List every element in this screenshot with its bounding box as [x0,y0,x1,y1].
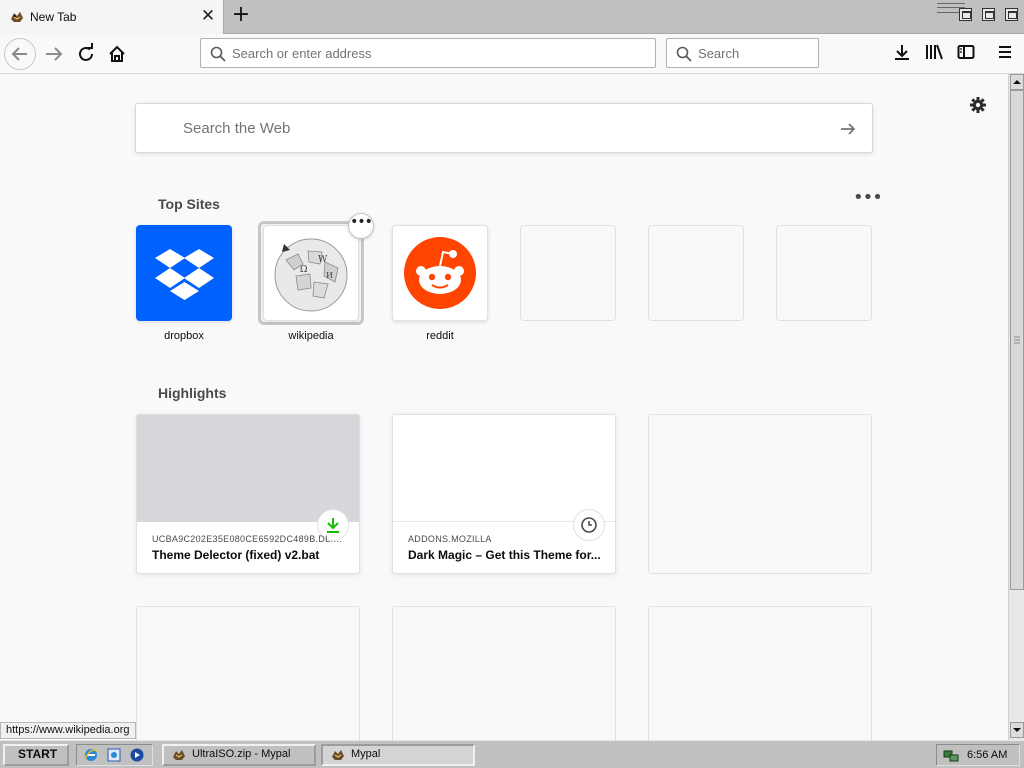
tab-title: New Tab [30,10,77,24]
restore-window-icon[interactable] [982,8,995,21]
top-site-reddit-tile[interactable] [392,225,488,321]
system-tray: 6:56 AM [936,744,1020,766]
media-player-icon[interactable] [129,747,145,763]
top-site-empty-tile [648,225,744,321]
top-sites-more-icon[interactable]: ••• [853,189,883,209]
clock[interactable]: 6:56 AM [967,749,1007,761]
svg-text:W: W [318,255,328,265]
mypal-app-icon [173,750,185,760]
highlight-card[interactable]: ADDONS.MOZILLA Dark Magic – Get this The… [392,414,616,574]
reload-button[interactable] [70,38,102,70]
search-go-arrow-icon[interactable] [838,119,858,139]
taskbar-task-mypal[interactable]: Mypal [321,744,475,766]
search-bar-placeholder: Search [698,46,740,61]
highlight-empty-card [392,606,616,740]
new-tab-page: Search the Web Top Sites ••• dropbox Ω W… [0,75,1008,740]
internet-explorer-icon[interactable] [83,747,99,763]
top-site-empty-tile [776,225,872,321]
highlight-empty-card [648,414,872,574]
mypal-favicon-icon [11,12,23,22]
highlight-title: Dark Magic – Get this Theme for... [408,548,601,562]
tab-new-tab[interactable]: New Tab ✕ [0,0,224,34]
outlook-express-icon[interactable] [106,747,122,763]
home-button[interactable] [101,38,133,70]
scroll-down-button[interactable] [1010,722,1024,738]
tab-strip: New Tab ✕ + [0,0,1024,34]
minimize-window-icon[interactable] [959,8,972,21]
link-status-bar: https://www.wikipedia.org [0,722,136,739]
start-button[interactable]: START [3,744,69,766]
downloads-icon[interactable] [892,42,912,62]
navigation-toolbar: Search or enter address Search [0,34,1024,74]
wikipedia-globe-icon: Ω W И [274,238,348,312]
highlight-title: Theme Delector (fixed) v2.bat [152,548,320,562]
arrow-down-icon [1013,728,1021,732]
address-bar-placeholder: Search or enter address [232,46,372,61]
web-search-placeholder: Search the Web [183,120,291,137]
arrow-up-icon [1013,80,1021,84]
start-label: START [18,747,58,761]
new-tab-plus-icon[interactable]: + [230,4,252,28]
top-site-label: dropbox [164,330,204,342]
highlight-host: UCBA9C202E35E080CE6592DC489B.DL.DR... [152,534,348,544]
taskbar: START UltraISO.zip - Mypal Mypal 6:56 AM [0,740,1024,768]
hamburger-menu-icon[interactable] [995,42,1015,62]
top-site-empty-tile [520,225,616,321]
highlights-heading: Highlights [158,385,227,401]
svg-text:Ω: Ω [300,265,307,275]
tab-close-icon[interactable]: ✕ [199,6,217,26]
highlight-thumbnail [137,415,359,522]
top-sites-heading: Top Sites [158,196,220,212]
quick-launch [76,744,153,766]
scroll-up-button[interactable] [1010,74,1024,90]
search-bar[interactable]: Search [666,38,819,68]
browser-window: New Tab ✕ + Search or enter address Sear… [0,0,1024,768]
sidebar-toggle-icon[interactable] [956,42,976,62]
task-label: Mypal [351,748,381,760]
back-button[interactable] [4,38,36,70]
library-icon[interactable] [924,42,944,62]
search-icon [210,46,226,62]
forward-arrow-icon [46,47,63,61]
taskbar-task-ultraiso[interactable]: UltraISO.zip - Mypal [162,744,316,766]
vertical-scrollbar[interactable] [1008,74,1024,740]
search-icon [676,46,692,62]
close-window-icon[interactable] [1005,8,1018,21]
top-site-dropbox-tile[interactable] [136,225,232,321]
reload-icon [79,43,93,61]
top-site-label: wikipedia [288,330,334,342]
highlight-thumbnail [393,415,615,522]
mypal-app-icon [332,750,344,760]
home-icon [109,45,125,62]
gear-icon[interactable] [968,95,988,115]
highlight-empty-card [648,606,872,740]
address-bar[interactable]: Search or enter address [200,38,656,68]
svg-text:И: И [326,271,333,280]
task-label: UltraISO.zip - Mypal [192,748,291,760]
dropbox-logo-icon [155,249,214,300]
highlight-host: ADDONS.MOZILLA [408,534,492,544]
network-icon[interactable] [943,747,959,763]
forward-button[interactable] [38,38,70,70]
highlight-empty-card [136,606,360,740]
web-search-box[interactable]: Search the Web [135,103,873,153]
top-site-wikipedia-tile[interactable]: Ω W И [263,225,359,321]
top-site-label: reddit [426,330,454,342]
reddit-logo-icon [404,237,476,309]
scrollbar-thumb[interactable] [1010,90,1024,590]
highlight-card[interactable]: UCBA9C202E35E080CE6592DC489B.DL.DR... Th… [136,414,360,574]
grip-icon [1014,336,1020,344]
back-arrow-icon [11,47,27,61]
top-site-context-menu-icon[interactable]: ••• [348,213,374,239]
